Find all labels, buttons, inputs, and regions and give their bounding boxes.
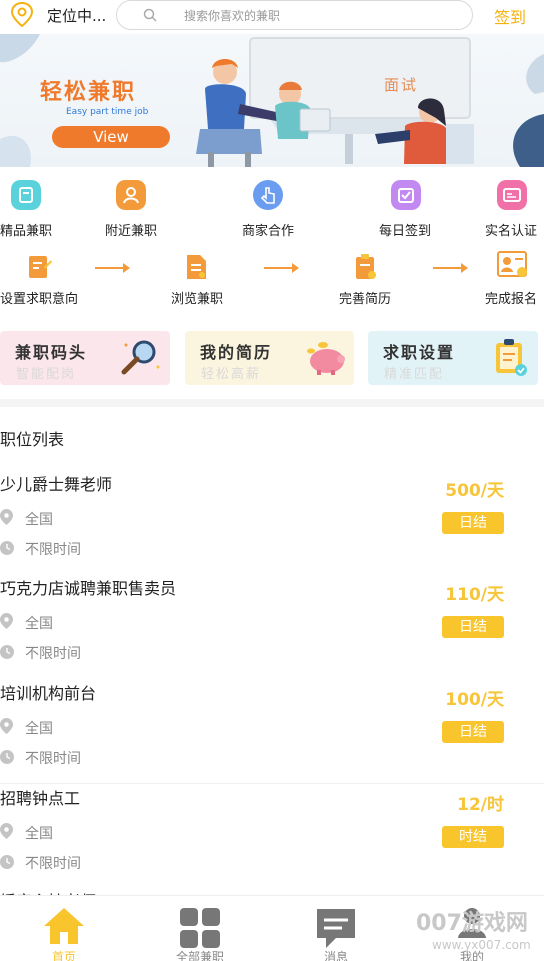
clock-icon	[0, 645, 14, 659]
job-title: 巧克力店诚聘兼职售卖员	[0, 579, 177, 598]
profile-check-icon	[497, 251, 527, 277]
card-my-resume[interactable]: 我的简历 轻松高薪	[185, 331, 354, 385]
top-bar: 定位中... 搜索你喜欢的兼职 签到	[0, 0, 544, 34]
clock-icon	[0, 750, 14, 764]
magnifier-icon	[121, 340, 160, 375]
card-subtitle: 智能配岗	[16, 367, 77, 382]
job-salary: 110/天	[445, 585, 504, 605]
job-salary: 12/时	[457, 795, 504, 815]
category-label: 精品兼职	[0, 224, 53, 239]
section-title: 职位列表	[0, 430, 65, 449]
section-divider	[0, 399, 544, 407]
search-placeholder: 搜索你喜欢的兼职	[184, 9, 281, 23]
location-pin-icon[interactable]	[10, 2, 34, 28]
location-pin-icon	[0, 718, 13, 734]
location-person-icon	[116, 180, 146, 210]
promo-banner[interactable]: 轻松兼职 Easy part time job View 面试	[0, 34, 544, 167]
settlement-badge: 日结	[442, 512, 504, 534]
signin-button[interactable]: 签到	[494, 4, 526, 28]
piggy-bank-icon	[307, 342, 345, 375]
job-location: 全国	[25, 826, 53, 842]
row-divider	[0, 783, 544, 784]
card-job-dock[interactable]: 兼职码头 智能配岗	[0, 331, 170, 385]
id-card-icon	[497, 180, 527, 210]
watermark-text: 007游戏网	[416, 911, 528, 936]
arrow-right-icon	[95, 263, 130, 273]
star-box-icon	[11, 180, 41, 210]
job-time: 不限时间	[25, 542, 81, 558]
job-item[interactable]: 少儿爵士舞老师 500/天 全国 不限时间 日结	[0, 471, 544, 575]
step-label: 设置求职意向	[0, 292, 79, 307]
card-title: 兼职码头	[15, 343, 88, 362]
search-input[interactable]: 搜索你喜欢的兼职	[116, 0, 473, 30]
job-time: 不限时间	[25, 646, 81, 662]
banner-sign-text: 面试	[384, 76, 419, 94]
job-item[interactable]: 培训机构前台 100/天 全国 不限时间 日结	[0, 680, 544, 784]
card-subtitle: 精准匹配	[384, 367, 445, 382]
home-icon	[44, 908, 84, 944]
job-salary: 500/天	[445, 481, 504, 501]
banner-title: 轻松兼职	[40, 80, 137, 105]
job-title: 培训机构前台	[0, 684, 97, 703]
grid-icon	[180, 908, 220, 948]
nav-messages[interactable]: 消息	[296, 896, 376, 961]
nav-label: 消息	[323, 950, 348, 961]
settlement-badge: 日结	[442, 721, 504, 743]
job-title: 少儿爵士舞老师	[0, 475, 113, 494]
banner-view-button[interactable]: View	[52, 126, 170, 148]
search-icon	[143, 8, 157, 22]
location-pin-icon	[0, 823, 13, 839]
hand-tap-icon	[253, 180, 283, 210]
category-label: 实名认证	[485, 224, 538, 239]
settlement-badge: 时结	[442, 826, 504, 848]
job-item[interactable]: 巧克力店诚聘兼职售卖员 110/天 全国 不限时间 日结	[0, 575, 544, 679]
location-pin-icon	[0, 509, 13, 525]
job-time: 不限时间	[25, 751, 81, 767]
settlement-badge: 日结	[442, 616, 504, 638]
job-location: 全国	[25, 512, 53, 528]
job-title: 招聘钟点工	[0, 789, 81, 808]
doc-view-icon	[187, 255, 206, 279]
clock-icon	[0, 541, 14, 555]
calendar-check-icon	[391, 180, 421, 210]
arrow-right-icon	[433, 263, 468, 273]
location-pin-icon	[0, 613, 13, 629]
category-label: 附近兼职	[105, 224, 158, 239]
category-label: 商家合作	[242, 224, 295, 239]
clipboard-icon	[496, 339, 527, 376]
card-subtitle: 轻松高薪	[201, 367, 262, 382]
step-label: 完善简历	[339, 292, 392, 307]
clock-icon	[0, 855, 14, 869]
message-icon	[317, 909, 355, 948]
banner-subtitle: Easy part time job	[66, 107, 149, 117]
step-label: 完成报名	[485, 292, 538, 307]
card-title: 求职设置	[383, 343, 456, 362]
edit-doc-icon	[29, 256, 52, 278]
job-location: 全国	[25, 616, 53, 632]
nav-all-jobs[interactable]: 全部兼职	[160, 896, 240, 961]
job-salary: 100/天	[445, 690, 504, 710]
job-location: 全国	[25, 721, 53, 737]
nav-label: 全部兼职	[175, 950, 224, 961]
card-job-settings[interactable]: 求职设置 精准匹配	[368, 331, 538, 385]
job-time: 不限时间	[25, 856, 81, 872]
category-label: 每日签到	[379, 224, 432, 239]
watermark-url: www.yx007.com	[432, 938, 531, 952]
card-title: 我的简历	[200, 343, 273, 362]
job-item[interactable]: 招聘钟点工 12/时 全国 不限时间 时结	[0, 785, 544, 889]
clipboard-check-icon	[356, 254, 376, 279]
nav-label: 首页	[51, 950, 76, 961]
location-text[interactable]: 定位中...	[47, 5, 106, 26]
nav-home[interactable]: 首页	[24, 896, 104, 961]
step-label: 浏览兼职	[171, 292, 224, 307]
arrow-right-icon	[264, 263, 299, 273]
